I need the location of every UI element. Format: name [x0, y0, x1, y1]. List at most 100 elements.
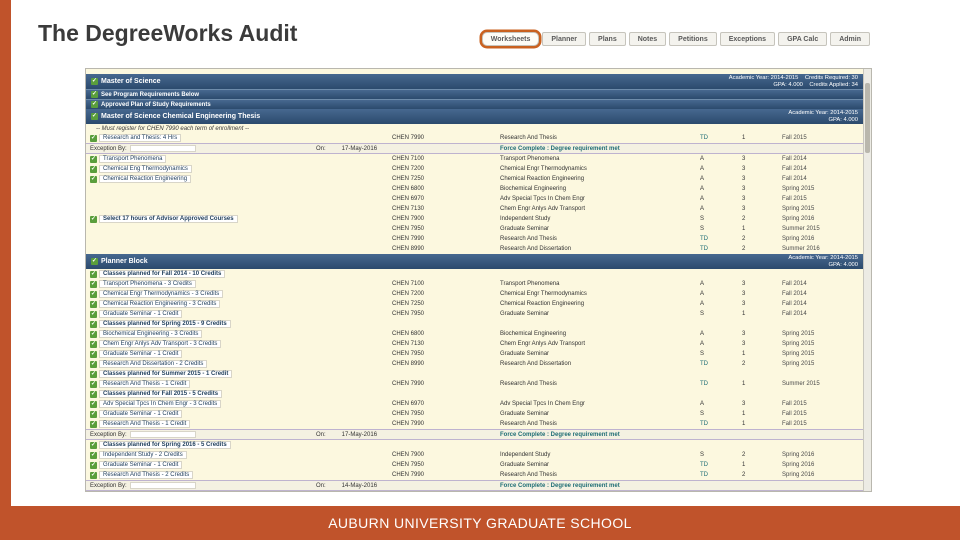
course-row: ✓ Graduate Seminar - 1 Credit CHEN 7950 Gra…: [86, 309, 863, 319]
course-term: Spring 2015: [782, 351, 815, 357]
exception-by-label: Exception By:: [90, 431, 127, 438]
course-credits: 3: [742, 206, 746, 212]
course-label-cell: ✓ Chemical Reaction Engineering: [86, 175, 316, 183]
course-credits: 3: [742, 331, 746, 337]
checkmark-icon: ✓: [90, 410, 97, 418]
tab-petitions[interactable]: Petitions: [669, 32, 717, 46]
group-label: Classes planned for Spring 2016 - 5 Cred…: [99, 441, 231, 449]
requirement-label: Chemical Engr Thermodynamics - 3 Credits: [99, 290, 224, 298]
course-credits: 1: [742, 381, 746, 387]
course-code: CHEN 7950: [392, 311, 425, 317]
course-grade: S: [700, 411, 705, 417]
group-label: Classes planned for Fall 2015 - 5 Credit…: [99, 390, 223, 398]
checkmark-icon: ✓: [90, 350, 97, 358]
course-term: Spring 2015: [782, 361, 815, 367]
course-label-cell: ✓ Research And Dissertation - 2 Credits: [86, 360, 316, 368]
course-code: CHEN 7250: [392, 301, 425, 307]
exception-row: Exception By: On: 14-May-2016 Force Complet…: [86, 480, 863, 491]
course-row: CHEN 7950 Graduate Seminar S 1 Summer 2015: [86, 224, 863, 234]
accent-left-stripe: [0, 0, 11, 506]
course-code: CHEN 6970: [392, 401, 425, 407]
course-grade: A: [700, 186, 705, 192]
course-title: Research And Thesis: [500, 135, 557, 141]
group-label-cell: ✓ Classes planned for Fall 2014 - 10 Cred…: [86, 270, 316, 278]
course-grade: TD: [700, 361, 708, 367]
course-title: Chem Engr Anlys Adv Transport: [500, 341, 586, 347]
tab-notes[interactable]: Notes: [628, 32, 667, 46]
course-grade: S: [700, 226, 705, 232]
audit-note: -- Must register for CHEN 7990 each term…: [96, 126, 250, 132]
tab-worksheets[interactable]: Worksheets: [481, 32, 540, 46]
course-title: Graduate Seminar: [500, 411, 550, 417]
exception-on-label: On:: [316, 482, 326, 489]
course-title: Research And Thesis: [500, 472, 557, 478]
course-grade: TD: [700, 381, 708, 387]
redacted-name-box: [129, 482, 196, 489]
requirement-label: Biochemical Engineering - 3 Credits: [99, 330, 203, 338]
course-grade: A: [700, 156, 705, 162]
checkmark-icon: ✓: [90, 215, 97, 223]
footer-bar: AUBURN UNIVERSITY GRADUATE SCHOOL: [0, 506, 960, 540]
course-title: Adv Special Tpcs In Chem Engr: [500, 401, 585, 407]
checkmark-icon: ✓: [90, 280, 97, 288]
course-term: Fall 2014: [782, 301, 807, 307]
checkmark-icon: ✓: [91, 91, 98, 98]
course-row: ✓ Graduate Seminar - 1 Credit CHEN 7950 Gra…: [86, 460, 863, 470]
course-row: ✓ Chemical Reaction Engineering CHEN 7250 C…: [86, 174, 863, 184]
course-term: Summer 2016: [782, 246, 820, 252]
course-title: Graduate Seminar: [500, 462, 550, 468]
course-grade: A: [700, 206, 705, 212]
course-label-cell: ✓ Select 17 hours of Advisor Approved Cou…: [86, 215, 316, 223]
course-grade: A: [700, 176, 705, 182]
course-grade: TD: [700, 135, 708, 141]
scrollbar-thumb[interactable]: [865, 83, 870, 153]
course-code: CHEN 7900: [392, 216, 425, 222]
exception-row: Exception By: On: 17-May-2016 Force Complet…: [86, 143, 863, 154]
course-label-cell: ✓ Graduate Seminar - 1 Credit: [86, 350, 316, 358]
course-label-cell: ✓ Research And Thesis - 1 Credit: [86, 420, 316, 428]
course-row: CHEN 6800 Biochemical Engineering A 3 Spring…: [86, 184, 863, 194]
requirement-label: Select 17 hours of Advisor Approved Cour…: [99, 215, 238, 223]
requirement-label: Transport Phenomena - 3 Credits: [99, 280, 196, 288]
section-header-left: ✓ Master of Science Chemical Engineering …: [91, 113, 260, 120]
exception-date: 17-May-2016: [341, 431, 378, 438]
course-title: Graduate Seminar: [500, 351, 550, 357]
course-code: CHEN 7990: [392, 472, 425, 478]
checkmark-icon: ✓: [90, 380, 97, 388]
course-term: Fall 2015: [782, 421, 807, 427]
scrollbar[interactable]: [863, 69, 871, 491]
course-row: CHEN 8990 Research And Dissertation TD 2 Sum…: [86, 244, 863, 254]
planner-group-row: ✓ Classes planned for Fall 2015 - 5 Credi…: [86, 389, 863, 399]
footer-text: AUBURN UNIVERSITY GRADUATE SCHOOL: [328, 515, 632, 531]
group-label-cell: ✓ Classes planned for Fall 2015 - 5 Credi…: [86, 390, 316, 398]
tab-plans[interactable]: Plans: [589, 32, 626, 46]
course-code: CHEN 7950: [392, 351, 425, 357]
checkmark-icon: ✓: [91, 78, 98, 85]
exception-on-cell: On: 17-May-2016: [316, 432, 468, 438]
checkmark-icon: ✓: [90, 155, 97, 163]
planner-group-row: ✓ Classes planned for Spring 2015 - 9 Cre…: [86, 319, 863, 329]
course-label-cell: ✓ Chemical Engr Thermodynamics - 3 Credit…: [86, 290, 316, 298]
course-title: Research And Dissertation: [500, 246, 572, 252]
requirement-label: Adv Special Tpcs In Chem Engr - 3 Credit…: [99, 400, 222, 408]
course-title: Chemical Engr Thermodynamics: [500, 291, 587, 297]
tab-planner[interactable]: Planner: [542, 32, 587, 46]
audit-subheader: ✓ Approved Plan of Study Requirements: [86, 99, 863, 109]
course-credits: 3: [742, 291, 746, 297]
course-term: Spring 2015: [782, 206, 815, 212]
course-code: CHEN 7990: [392, 135, 425, 141]
tab-exceptions[interactable]: Exceptions: [719, 32, 776, 46]
course-label-cell: ✓ Biochemical Engineering - 3 Credits: [86, 330, 316, 338]
course-term: Summer 2015: [782, 381, 820, 387]
course-term: Spring 2016: [782, 236, 815, 242]
tab-gpa-calc[interactable]: GPA Calc: [778, 32, 828, 46]
course-row: ✓ Transport Phenomena CHEN 7100 Transport P…: [86, 154, 863, 164]
tab-admin[interactable]: Admin: [830, 32, 870, 46]
course-row: CHEN 6970 Adv Special Tpcs In Chem Engr A 3…: [86, 194, 863, 204]
course-term: Fall 2015: [782, 411, 807, 417]
course-label-cell: ✓ Chem Engr Anlys Adv Transport - 3 Credi…: [86, 340, 316, 348]
requirement-label: Research and Thesis: 4 Hrs: [99, 134, 182, 142]
course-code: CHEN 7100: [392, 281, 425, 287]
planner-group-row: ✓ Classes planned for Fall 2014 - 10 Cred…: [86, 269, 863, 279]
course-credits: 2: [742, 472, 746, 478]
